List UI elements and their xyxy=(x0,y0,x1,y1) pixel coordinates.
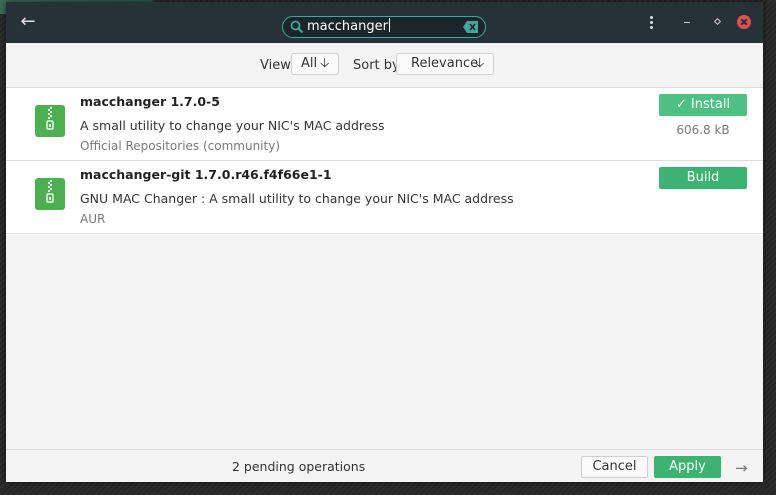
build-button[interactable]: Build xyxy=(659,167,747,189)
package-archive-icon xyxy=(35,178,65,210)
package-repository: Official Repositories (community) xyxy=(80,139,281,153)
view-dropdown-value: All xyxy=(301,56,318,71)
package-name: macchanger 1.7.0-5 xyxy=(80,94,220,109)
sort-dropdown[interactable]: Relevance 🡣 xyxy=(396,53,494,75)
filter-toolbar: View All 🡣 Sort by Relevance 🡣 xyxy=(6,43,763,88)
pending-operations-text: 2 pending operations xyxy=(232,459,366,474)
search-query[interactable]: macchanger xyxy=(307,18,390,36)
menu-icon[interactable] xyxy=(647,14,655,32)
view-label: View xyxy=(260,58,291,73)
package-description: GNU MAC Changer : A small utility to cha… xyxy=(80,191,514,206)
titlebar: ← macchanger xyxy=(6,2,763,43)
view-dropdown[interactable]: All 🡣 xyxy=(291,53,339,75)
arrow-down-icon: 🡣 xyxy=(320,56,330,71)
package-name: macchanger-git 1.7.0.r46.f4f66e1-1 xyxy=(80,167,332,182)
cancel-button[interactable]: Cancel xyxy=(581,456,648,478)
apply-button[interactable]: Apply xyxy=(654,456,721,478)
maximize-icon[interactable] xyxy=(709,15,723,29)
status-bar: 2 pending operations Cancel Apply → xyxy=(6,449,763,482)
software-manager-window: ← macchanger View All 🡣 Sort by Relevanc xyxy=(6,2,763,482)
package-row[interactable]: macchanger-git 1.7.0.r46.f4f66e1-1 GNU M… xyxy=(6,161,763,234)
install-button[interactable]: ✓ Install xyxy=(659,94,747,116)
package-row[interactable]: macchanger 1.7.0-5 A small utility to ch… xyxy=(6,88,763,161)
back-button[interactable]: ← xyxy=(16,10,40,34)
minimize-icon[interactable] xyxy=(680,15,694,29)
clear-search-icon[interactable] xyxy=(463,21,479,33)
package-archive-icon xyxy=(35,105,65,137)
package-repository: AUR xyxy=(80,212,106,226)
empty-list-area xyxy=(6,235,763,449)
search-icon xyxy=(290,20,304,34)
search-input[interactable]: macchanger xyxy=(282,16,486,38)
close-icon[interactable] xyxy=(737,15,751,29)
arrow-right-icon[interactable]: → xyxy=(735,459,748,477)
package-size: 606.8 kB xyxy=(676,123,730,137)
sort-dropdown-value: Relevance xyxy=(411,56,479,71)
arrow-down-icon: 🡣 xyxy=(475,56,485,71)
package-description: A small utility to change your NIC's MAC… xyxy=(80,118,385,133)
sort-label: Sort by xyxy=(353,58,400,73)
